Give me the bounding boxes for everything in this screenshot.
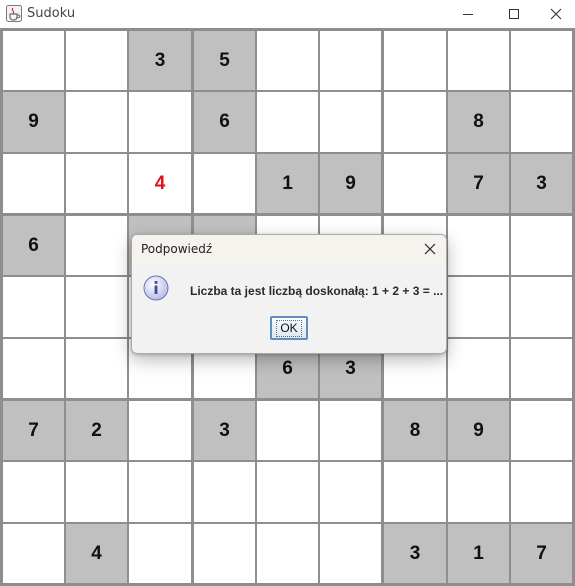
sudoku-cell[interactable]: [66, 462, 127, 522]
sudoku-cell[interactable]: [3, 524, 64, 583]
sudoku-cell[interactable]: [384, 92, 446, 152]
sudoku-cell[interactable]: [257, 462, 318, 522]
sudoku-cell-given: 5: [194, 31, 255, 90]
sudoku-cell-given: 8: [384, 401, 446, 460]
sudoku-cell-given: 2: [66, 401, 127, 460]
sudoku-cell-given: 9: [3, 92, 64, 152]
sudoku-cell[interactable]: [66, 277, 127, 337]
sudoku-cell-given: 3: [511, 154, 572, 213]
sudoku-cell[interactable]: [129, 462, 191, 522]
sudoku-cell[interactable]: [66, 339, 127, 398]
close-button[interactable]: [537, 0, 575, 28]
sudoku-cell[interactable]: [448, 339, 509, 398]
sudoku-cell[interactable]: [448, 277, 509, 337]
sudoku-cell[interactable]: [66, 31, 127, 90]
dialog-close-button[interactable]: [418, 237, 442, 261]
sudoku-cell-given: 3: [194, 401, 255, 460]
ok-button[interactable]: OK: [270, 316, 308, 340]
sudoku-cell[interactable]: [511, 401, 572, 460]
sudoku-cell[interactable]: [66, 216, 127, 275]
sudoku-cell[interactable]: [257, 31, 318, 90]
sudoku-cell[interactable]: [257, 524, 318, 583]
sudoku-cell[interactable]: [511, 216, 572, 275]
close-icon: [424, 243, 436, 255]
minimize-button[interactable]: [445, 0, 491, 28]
sudoku-cell[interactable]: [511, 339, 572, 398]
sudoku-cell[interactable]: [194, 524, 255, 583]
dialog-title: Podpowiedź: [141, 242, 213, 256]
sudoku-cell[interactable]: [448, 216, 509, 275]
dialog-message: Liczba ta jest liczbą doskonałą: 1 + 2 +…: [190, 284, 444, 298]
info-icon: [143, 275, 169, 301]
sudoku-cell[interactable]: [257, 92, 318, 152]
sudoku-cell[interactable]: [3, 277, 64, 337]
sudoku-cell[interactable]: [3, 462, 64, 522]
sudoku-cell[interactable]: [511, 462, 572, 522]
sudoku-cell-given: 6: [3, 216, 64, 275]
sudoku-cell-given: 7: [448, 154, 509, 213]
hint-dialog: Podpowiedź Liczba ta jest liczbą doskona…: [131, 234, 447, 354]
sudoku-cell-given: 4: [66, 524, 127, 583]
sudoku-cell[interactable]: [129, 524, 191, 583]
sudoku-cell-given: 7: [3, 401, 64, 460]
dialog-titlebar: Podpowiedź: [132, 235, 446, 263]
minimize-icon: [463, 14, 473, 15]
sudoku-cell-given: 1: [257, 154, 318, 213]
sudoku-cell-given: 3: [384, 524, 446, 583]
sudoku-cell-given: 6: [194, 92, 255, 152]
sudoku-cell[interactable]: [257, 401, 318, 460]
sudoku-cell-given: 1: [448, 524, 509, 583]
sudoku-cell[interactable]: [320, 524, 381, 583]
sudoku-cell[interactable]: [511, 31, 572, 90]
close-icon: [550, 8, 562, 20]
sudoku-cell-given: 8: [448, 92, 509, 152]
sudoku-cell[interactable]: [448, 31, 509, 90]
sudoku-cell[interactable]: [384, 154, 446, 213]
sudoku-cell[interactable]: [511, 277, 572, 337]
java-cup-icon: [6, 5, 22, 22]
sudoku-cell[interactable]: [66, 92, 127, 152]
maximize-icon: [509, 9, 519, 19]
sudoku-cell[interactable]: [320, 462, 381, 522]
sudoku-cell[interactable]: [194, 154, 255, 213]
sudoku-cell[interactable]: [320, 401, 381, 460]
sudoku-cell[interactable]: [320, 92, 381, 152]
sudoku-cell[interactable]: [384, 31, 446, 90]
sudoku-cell[interactable]: [129, 92, 191, 152]
sudoku-cell[interactable]: [384, 462, 446, 522]
sudoku-cell-given: 9: [448, 401, 509, 460]
sudoku-cell[interactable]: 4: [129, 154, 191, 213]
ok-button-label: OK: [276, 319, 302, 337]
window-title: Sudoku: [27, 6, 76, 21]
sudoku-cell[interactable]: [66, 154, 127, 213]
sudoku-cell[interactable]: [194, 462, 255, 522]
sudoku-cell-given: 9: [320, 154, 381, 213]
sudoku-cell-given: 3: [129, 31, 191, 90]
sudoku-cell[interactable]: [3, 339, 64, 398]
sudoku-cell[interactable]: [129, 401, 191, 460]
sudoku-cell-given: 7: [511, 524, 572, 583]
sudoku-cell[interactable]: [3, 31, 64, 90]
sudoku-cell[interactable]: [320, 31, 381, 90]
sudoku-cell[interactable]: [511, 92, 572, 152]
sudoku-cell[interactable]: [448, 462, 509, 522]
window-titlebar: Sudoku: [0, 0, 575, 28]
sudoku-cell[interactable]: [3, 154, 64, 213]
maximize-button[interactable]: [491, 0, 537, 28]
